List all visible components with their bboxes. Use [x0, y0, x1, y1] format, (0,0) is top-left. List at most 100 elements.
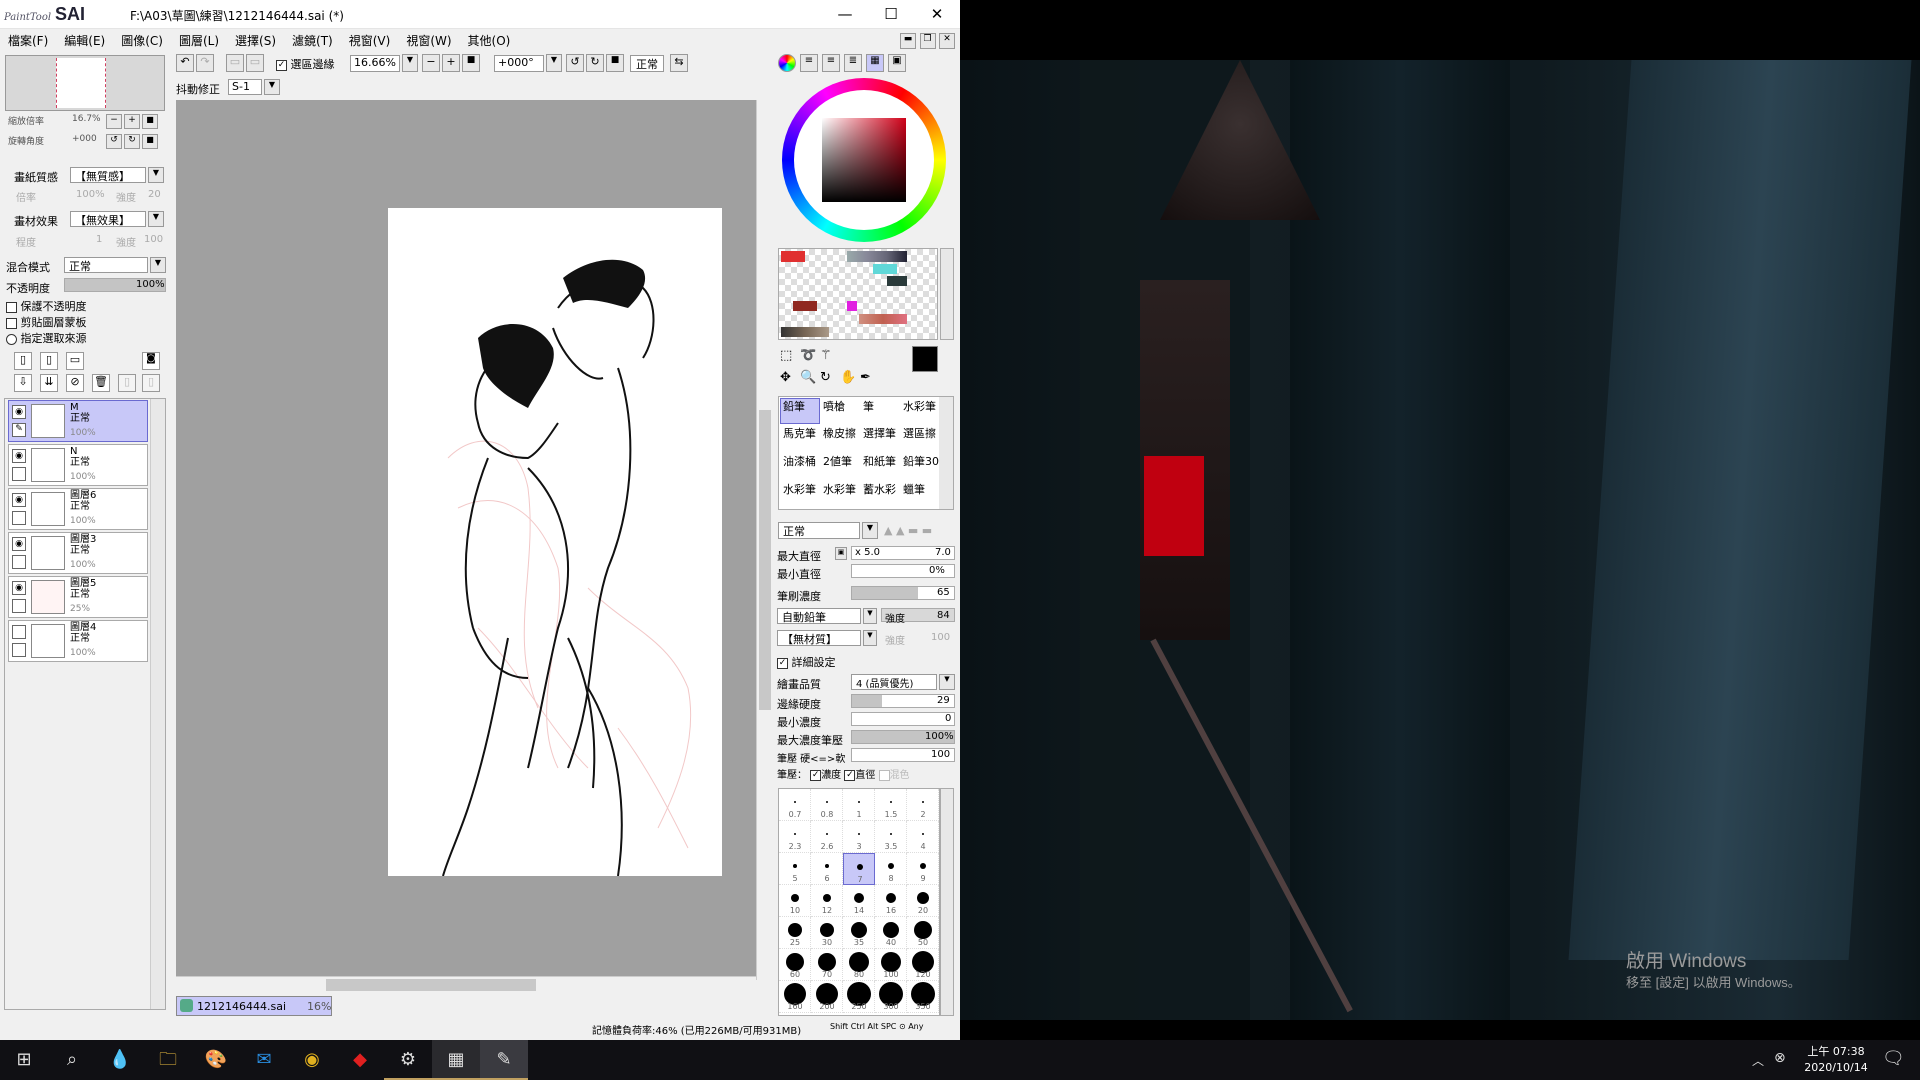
brush-size-cell[interactable]: 5	[779, 853, 811, 885]
eye-icon[interactable]: ◉	[12, 537, 26, 551]
menu-file[interactable]: 檔案(F)	[0, 29, 56, 52]
game-launcher-icon[interactable]: ◆	[336, 1040, 384, 1080]
brush-size-cell[interactable]: 250	[843, 981, 875, 1013]
advanced-settings-checkbox[interactable]: ✓	[777, 657, 788, 669]
vertical-scroll-thumb[interactable]	[759, 410, 771, 710]
brush-size-cell[interactable]: 40	[875, 917, 907, 949]
layer-row[interactable]: ◉ N 正常 100%	[8, 444, 148, 486]
close-button[interactable]: ✕	[914, 0, 960, 29]
horizontal-scroll-thumb[interactable]	[326, 979, 536, 991]
tool-crayon[interactable]: 蠟筆	[903, 481, 925, 497]
menu-window[interactable]: 視窗(W)	[398, 29, 459, 52]
rotation-field[interactable]: +000°	[494, 55, 544, 72]
color-wheel-tab-icon[interactable]	[778, 54, 796, 72]
layer-row[interactable]: ◉ 圖層3 正常 100%	[8, 532, 148, 574]
eyedropper-icon[interactable]: ✒	[860, 370, 871, 385]
min-density-slider[interactable]	[851, 712, 955, 726]
mdi-restore-icon[interactable]: ❐	[919, 33, 936, 49]
brush-size-cell[interactable]: 80	[843, 949, 875, 981]
canvas-vertical-scrollbar[interactable]	[756, 100, 773, 980]
scratchpad-tab-icon[interactable]: ▣	[888, 54, 906, 72]
menu-edit[interactable]: 編輯(E)	[56, 29, 113, 52]
brush-size-cell[interactable]: 3	[843, 821, 875, 853]
swatch-red[interactable]	[781, 251, 805, 262]
canvas-horizontal-scrollbar[interactable]	[176, 976, 756, 993]
nav-zoom-in-icon[interactable]: +	[124, 114, 140, 129]
brush-size-cell[interactable]: 8	[875, 853, 907, 885]
nav-rotate-left-icon[interactable]: ↺	[106, 134, 122, 149]
selection-source-toggle[interactable]: 指定選取來源	[6, 330, 87, 346]
invert-selection-icon[interactable]: ▭	[246, 54, 264, 72]
new-folder-icon[interactable]: ▭	[66, 352, 84, 370]
tray-clock[interactable]: 上午 07:38 2020/10/14	[1800, 1044, 1872, 1076]
swatch-skin[interactable]	[859, 314, 907, 324]
foreground-color[interactable]	[912, 346, 938, 372]
steam-icon[interactable]: ⚙	[384, 1040, 432, 1080]
delete-layer-icon[interactable]: 🗑	[92, 374, 110, 392]
pressure-density-checkbox[interactable]: ✓	[810, 769, 822, 781]
brush-size-cell[interactable]: 20	[907, 885, 939, 917]
pen-lock-icon[interactable]: ✎	[12, 423, 26, 437]
layer-row[interactable]: ◉ 圖層6 正常 100%	[8, 488, 148, 530]
eye-hidden-icon[interactable]	[12, 625, 26, 639]
menu-layer[interactable]: 圖層(L)	[171, 29, 227, 52]
paint-app-icon[interactable]: 💧	[96, 1040, 144, 1080]
brush-size-cell[interactable]: 7	[843, 853, 875, 885]
blend-mode-dropdown-icon[interactable]: ▼	[150, 257, 166, 273]
nav-rotate-reset-icon[interactable]: ■	[142, 134, 158, 149]
hsv-slider-tab-icon[interactable]: ≡	[822, 54, 840, 72]
pressure-size-checkbox[interactable]: ✓	[844, 769, 856, 781]
brush-size-cell[interactable]: 120	[907, 949, 939, 981]
file-explorer-icon[interactable]: 🗀	[144, 1040, 192, 1080]
nav-rotate-right-icon[interactable]: ↻	[124, 134, 140, 149]
brush-size-cell[interactable]: 0.8	[811, 789, 843, 821]
tool-wet-watercolor[interactable]: 蓄水彩	[863, 481, 896, 497]
brush-size-cell[interactable]: 2	[907, 789, 939, 821]
selection-edge-toggle[interactable]: ✓ 選區邊緣	[276, 56, 335, 72]
nav-zoom-reset-icon[interactable]: ■	[142, 114, 158, 129]
layer-list-scrollbar[interactable]	[150, 399, 165, 1009]
mail-icon[interactable]: ✉	[240, 1040, 288, 1080]
brush-size-cell[interactable]: 350	[907, 981, 939, 1013]
brush-size-cell[interactable]: 0.7	[779, 789, 811, 821]
drawing-canvas[interactable]	[388, 208, 722, 877]
brush-shape-dropdown-icon[interactable]: ▼	[863, 608, 877, 624]
eye-icon[interactable]: ◉	[12, 405, 26, 419]
nav-zoom-out-icon[interactable]: −	[106, 114, 122, 129]
brush-size-cell[interactable]: 200	[811, 981, 843, 1013]
brush-size-cell[interactable]: 2.6	[811, 821, 843, 853]
eye-icon[interactable]: ◉	[12, 449, 26, 463]
brush-size-cell[interactable]: 50	[907, 917, 939, 949]
color-sv-square[interactable]	[822, 118, 906, 202]
maximize-button[interactable]: ☐	[868, 0, 914, 29]
brush-size-cell[interactable]: 1	[843, 789, 875, 821]
windows-start-icon[interactable]: ⊞	[0, 1040, 48, 1080]
paper-texture-dropdown-icon[interactable]: ▼	[148, 167, 164, 183]
tool-watercolor[interactable]: 水彩筆	[903, 398, 936, 414]
transfer-down-icon[interactable]: ⇩	[14, 374, 32, 392]
swatch-cyan[interactable]	[873, 264, 897, 274]
preserve-opacity-toggle[interactable]: 保護不透明度	[6, 298, 87, 314]
tool-brush[interactable]: 筆	[863, 398, 874, 414]
brush-size-cell[interactable]: 10	[779, 885, 811, 917]
brush-shape-select[interactable]: 自動鉛筆	[777, 608, 861, 624]
layer-mask-icon[interactable]: ◙	[142, 352, 160, 370]
clipping-checkbox[interactable]	[6, 317, 17, 329]
brush-size-cell[interactable]: 25	[779, 917, 811, 949]
layer-lock-checkbox[interactable]	[12, 511, 26, 525]
brush-texture-select[interactable]: 【無材質】	[777, 630, 861, 646]
color-wheel[interactable]	[782, 78, 946, 242]
tool-pencil[interactable]: 鉛筆	[783, 398, 805, 414]
brush-size-cell[interactable]: 100	[875, 949, 907, 981]
menu-others[interactable]: 其他(O)	[460, 29, 519, 52]
brush-size-cell[interactable]: 160	[779, 981, 811, 1013]
painting-app-icon[interactable]: 🎨	[192, 1040, 240, 1080]
selection-edge-checkbox[interactable]: ✓	[276, 59, 287, 71]
brush-size-cell[interactable]: 30	[811, 917, 843, 949]
selection-source-radio[interactable]	[6, 333, 17, 345]
menu-filter[interactable]: 濾鏡(T)	[284, 29, 341, 52]
move-icon[interactable]: ✥	[780, 370, 791, 385]
zoom-dropdown-icon[interactable]: ▼	[402, 54, 418, 72]
tool-grid-scrollbar[interactable]	[939, 397, 953, 509]
brush-size-cell[interactable]: 70	[811, 949, 843, 981]
